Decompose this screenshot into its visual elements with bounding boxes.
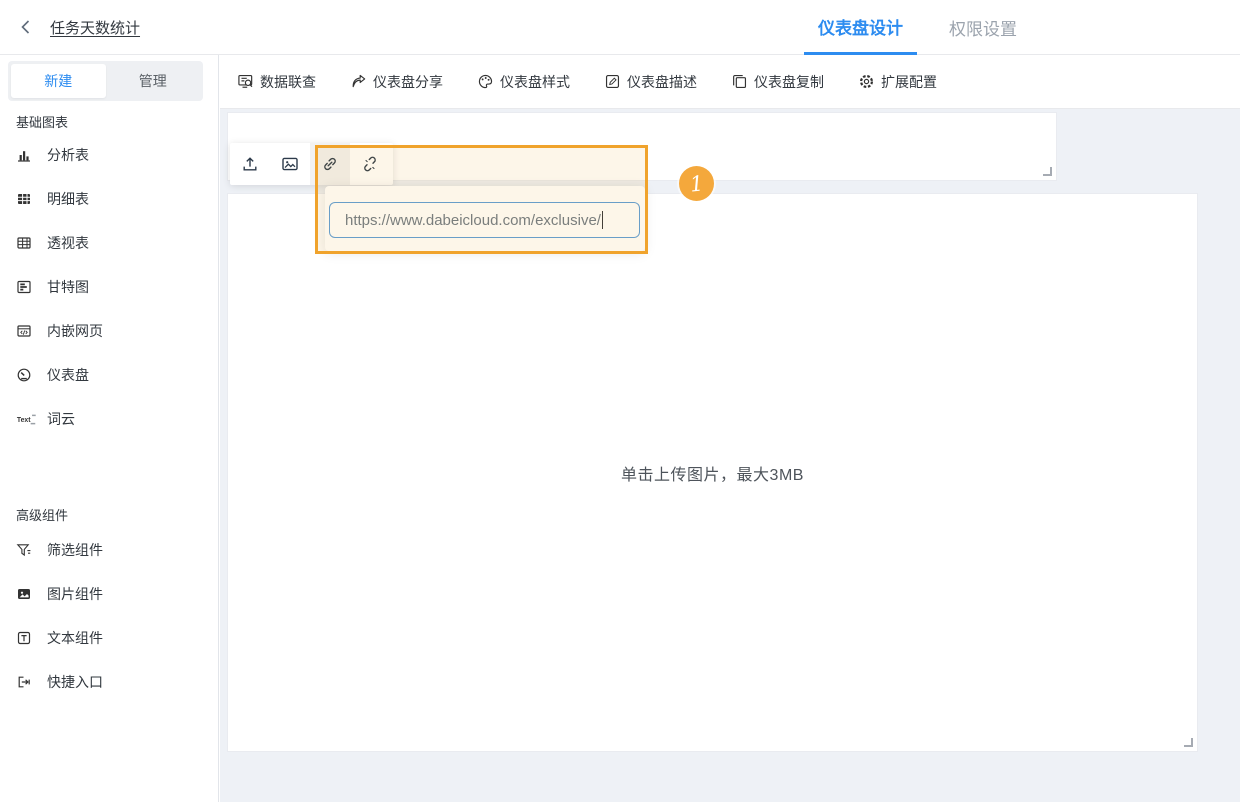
header-tabs: 仪表盘设计 权限设置 (804, 0, 1031, 55)
table-outline-icon (16, 235, 38, 251)
image-gallery-button[interactable] (270, 143, 310, 185)
back-chevron-icon (17, 18, 35, 36)
annotation-step-badge: 1 (679, 166, 714, 201)
svg-text:Text: Text (17, 417, 31, 424)
sidebar-item-quick-entry[interactable]: 快捷入口 (0, 660, 218, 704)
gauge-icon (16, 367, 38, 383)
sidebar-item-pivot-table[interactable]: 透视表 (0, 221, 218, 265)
sidebar-item-gauge-dashboard[interactable]: 仪表盘 (0, 353, 218, 397)
resize-handle-icon[interactable] (1184, 738, 1193, 747)
image-upload-area[interactable]: 单击上传图片，最大3MB (227, 193, 1198, 752)
palette-icon (477, 73, 494, 90)
toolbar-dashboard-copy[interactable]: 仪表盘复制 (731, 72, 824, 92)
shortcut-icon (16, 674, 38, 690)
app-header: 任务天数统计 仪表盘设计 权限设置 (0, 0, 1240, 55)
upload-hint-text: 单击上传图片，最大3MB (621, 461, 804, 485)
link-button[interactable] (310, 143, 350, 185)
image-component-toolbar (230, 143, 393, 185)
text-icon (16, 630, 38, 646)
resize-handle-icon[interactable] (1043, 167, 1052, 176)
describe-icon (604, 73, 621, 90)
bar-chart-icon (16, 147, 38, 163)
unlink-button[interactable] (350, 143, 390, 185)
back-button[interactable] (6, 7, 46, 47)
sidebar-item-filter-component[interactable]: 筛选组件 (0, 528, 218, 572)
dashboard-title[interactable]: 任务天数统计 (50, 17, 140, 38)
share-icon (350, 73, 367, 90)
gear-icon (858, 73, 875, 90)
sidebar-segmented-control: 新建 管理 (8, 61, 203, 101)
sidebar-item-word-cloud[interactable]: Text 词云 (0, 397, 218, 441)
section-basic-charts: 基础图表 (16, 112, 68, 131)
sidebar-item-analysis-table[interactable]: 分析表 (0, 133, 218, 177)
sidebar-item-text-component[interactable]: 文本组件 (0, 616, 218, 660)
word-cloud-icon: Text (16, 411, 38, 427)
sidebar-item-embedded-webpage[interactable]: 内嵌网页 (0, 309, 218, 353)
image-icon (281, 155, 299, 173)
image-icon (16, 586, 38, 602)
sidebar-item-gantt-chart[interactable]: 甘特图 (0, 265, 218, 309)
table-filled-icon (16, 191, 38, 207)
sidebar-tab-manage[interactable]: 管理 (106, 64, 201, 98)
tab-permission-settings[interactable]: 权限设置 (935, 0, 1031, 55)
link-icon (321, 155, 339, 173)
upload-image-button[interactable] (230, 143, 270, 185)
embed-web-icon (16, 323, 38, 339)
data-query-icon (237, 73, 254, 90)
tab-dashboard-design[interactable]: 仪表盘设计 (804, 0, 917, 55)
sidebar-tab-new[interactable]: 新建 (11, 64, 106, 98)
component-sidebar: 新建 管理 基础图表 分析表 明细表 透视表 甘特图 (0, 55, 219, 802)
dashboard-toolbar: 数据联查 仪表盘分享 仪表盘样式 仪表盘描述 仪表盘复制 扩展配置 (220, 55, 1240, 109)
image-url-input[interactable]: https://www.dabeicloud.com/exclusive/ (329, 202, 640, 238)
sidebar-item-image-component[interactable]: 图片组件 (0, 572, 218, 616)
unlink-icon (361, 155, 379, 173)
toolbar-extended-config[interactable]: 扩展配置 (858, 72, 937, 92)
toolbar-dashboard-share[interactable]: 仪表盘分享 (350, 72, 443, 92)
upload-icon (241, 155, 259, 173)
copy-icon (731, 73, 748, 90)
gantt-icon (16, 279, 38, 295)
image-url-value: https://www.dabeicloud.com/exclusive/ (345, 212, 601, 229)
image-url-popover: https://www.dabeicloud.com/exclusive/ (325, 186, 645, 251)
filter-icon (16, 542, 38, 558)
toolbar-dashboard-style[interactable]: 仪表盘样式 (477, 72, 570, 92)
sidebar-item-detail-table[interactable]: 明细表 (0, 177, 218, 221)
dashboard-canvas: 单击上传图片，最大3MB https://www.dabeicl (220, 109, 1240, 802)
text-caret (602, 211, 603, 229)
toolbar-data-query[interactable]: 数据联查 (237, 72, 316, 92)
toolbar-dashboard-description[interactable]: 仪表盘描述 (604, 72, 697, 92)
